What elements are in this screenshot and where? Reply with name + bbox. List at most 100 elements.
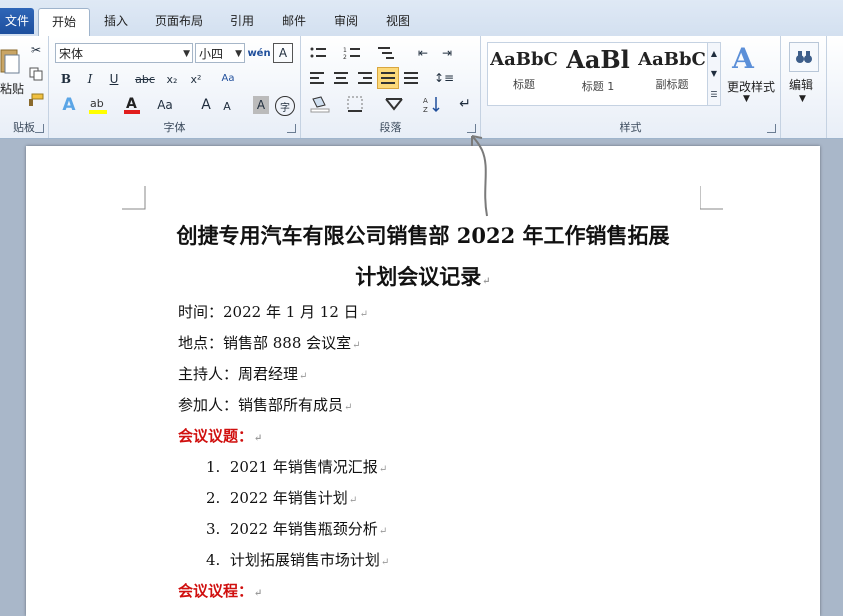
multilevel-list-icon[interactable]	[375, 44, 403, 62]
tab-page-layout[interactable]: 页面布局	[150, 8, 208, 34]
justify-icon[interactable]	[377, 67, 399, 89]
change-styles-icon[interactable]: A	[725, 40, 761, 76]
list-item[interactable]: 3. 2022 年销售瓶颈分析↵	[206, 518, 387, 539]
document-page[interactable]: 创捷专用汽车有限公司销售部 2022 年工作销售拓展 计划会议记录↵ 时间：20…	[26, 146, 820, 616]
chevron-down-icon: ▼	[235, 49, 242, 59]
style-subtitle[interactable]: AaBbC 副标题	[636, 43, 708, 105]
tab-references[interactable]: 引用	[224, 8, 260, 34]
subscript-icon[interactable]: x₂	[163, 70, 181, 88]
styles-launcher-icon[interactable]	[767, 124, 776, 133]
superscript-icon[interactable]: x²	[187, 70, 205, 88]
format-painter-icon[interactable]	[28, 92, 44, 108]
shrink-font-icon[interactable]: A	[219, 98, 235, 114]
font-name-combo[interactable]: 宋体 ▼	[55, 43, 193, 63]
process-heading[interactable]: 会议议程：↵	[178, 580, 262, 601]
align-center-icon[interactable]	[331, 69, 351, 87]
align-left-icon[interactable]	[307, 69, 327, 87]
shading-icon[interactable]	[307, 94, 335, 114]
list-item[interactable]: 1. 2021 年销售情况汇报↵	[206, 456, 387, 477]
chinese-layout-icon[interactable]	[381, 94, 407, 114]
paragraph-mark-icon: ↵	[254, 433, 263, 444]
borders-icon[interactable]	[341, 94, 369, 114]
styles-group: AaBbC 标题 AaBl 标题 1 AaBbC 副标题 ▲ ▼ ☰ A 更改样式 …	[481, 36, 781, 138]
tab-review[interactable]: 审阅	[328, 8, 364, 34]
styles-scroll-icon[interactable]: ▲ ▼ ☰	[707, 42, 721, 106]
char-shading-icon[interactable]: A	[253, 96, 269, 114]
style-sample: AaBbC	[638, 49, 706, 70]
show-marks-icon[interactable]: ↵	[455, 94, 475, 114]
line-spacing-icon[interactable]: ↕≡	[431, 69, 457, 87]
list-item[interactable]: 2. 2022 年销售计划↵	[206, 487, 357, 508]
margin-corner-top-left	[122, 186, 146, 210]
style-title[interactable]: AaBbC 标题	[488, 43, 560, 105]
numbering-icon[interactable]: 12	[341, 44, 369, 62]
bullets-icon[interactable]	[307, 44, 335, 62]
tab-home[interactable]: 开始	[38, 8, 90, 37]
clipboard-launcher-icon[interactable]	[35, 124, 44, 133]
copy-icon[interactable]	[28, 66, 44, 82]
tab-file[interactable]: 文件	[0, 8, 34, 34]
style-heading-1[interactable]: AaBl 标题 1	[562, 43, 634, 105]
align-right-icon[interactable]	[355, 69, 375, 87]
svg-text:1: 1	[343, 47, 347, 54]
tab-mailings[interactable]: 邮件	[276, 8, 312, 34]
phonetic-guide-icon[interactable]: wén	[247, 43, 270, 63]
style-name: 标题 1	[581, 80, 615, 93]
change-case-icon[interactable]: Aa	[153, 96, 177, 114]
enclose-char-icon[interactable]: 字	[275, 96, 295, 116]
clipboard-group: 粘贴 ✂ 贴板	[0, 36, 49, 138]
sort-icon[interactable]: AZ	[421, 94, 443, 114]
font-group: 宋体 ▼ 小四 ▼ wén A B I U abc x₂ x² Aa A ab A …	[49, 36, 301, 138]
cut-icon[interactable]: ✂	[28, 42, 44, 58]
style-sample: AaBl	[566, 45, 630, 74]
style-name: 标题	[513, 78, 535, 91]
text-effect-icon[interactable]: A	[57, 94, 81, 116]
paste-button-label[interactable]: 粘贴	[0, 80, 24, 97]
char-border-icon[interactable]: A	[273, 43, 293, 63]
document-title-line-1[interactable]: 创捷专用汽车有限公司销售部 2022 年工作销售拓展	[26, 220, 820, 250]
meeting-host[interactable]: 主持人：周君经理↵	[178, 363, 307, 384]
style-name: 副标题	[655, 78, 689, 91]
styles-gallery: AaBbC 标题 AaBl 标题 1 AaBbC 副标题	[487, 42, 709, 106]
font-name-value: 宋体	[59, 47, 84, 61]
chevron-down-icon: ▼	[743, 94, 750, 104]
ribbon: 粘贴 ✂ 贴板 宋体 ▼ 小四 ▼ wén A B I U abc x₂ x² Aa…	[0, 36, 843, 139]
meeting-attendees[interactable]: 参加人：销售部所有成员↵	[178, 394, 352, 415]
clear-format-icon[interactable]: Aa	[217, 68, 239, 88]
grow-font-icon[interactable]: A	[197, 96, 215, 114]
change-styles-label[interactable]: 更改样式	[723, 78, 779, 95]
increase-indent-icon[interactable]: ⇥	[437, 44, 457, 62]
meeting-location[interactable]: 地点：销售部 888 会议室↵	[178, 332, 361, 353]
highlight-icon[interactable]: ab	[87, 94, 111, 116]
document-area: 创捷专用汽车有限公司销售部 2022 年工作销售拓展 计划会议记录↵ 时间：20…	[0, 139, 843, 616]
paragraph-mark-icon: ↵	[378, 526, 388, 537]
strikethrough-icon[interactable]: abc	[133, 70, 157, 88]
agenda-heading[interactable]: 会议议题：↵	[178, 425, 262, 446]
font-launcher-icon[interactable]	[287, 124, 296, 133]
italic-icon[interactable]: I	[81, 70, 99, 88]
style-sample: AaBbC	[490, 49, 558, 70]
paste-icon[interactable]	[0, 44, 20, 80]
decrease-indent-icon[interactable]: ⇤	[413, 44, 433, 62]
editing-group: 编辑 ▼	[781, 36, 827, 138]
font-color-icon[interactable]: A	[121, 94, 143, 116]
font-size-value: 小四	[199, 47, 224, 61]
tab-insert[interactable]: 插入	[98, 8, 134, 34]
paragraph-mark-icon: ↵	[352, 340, 361, 351]
margin-corner-top-right	[700, 186, 723, 210]
paragraph-launcher-icon[interactable]	[467, 124, 476, 133]
underline-icon[interactable]: U	[105, 70, 123, 88]
font-size-combo[interactable]: 小四 ▼	[195, 43, 245, 63]
bold-icon[interactable]: B	[57, 70, 75, 88]
chevron-down-icon: ▼	[183, 49, 190, 59]
paragraph-mark-icon: ↵	[378, 464, 388, 475]
binoculars-icon[interactable]	[789, 42, 819, 72]
font-group-label: 字体	[163, 121, 186, 134]
distributed-icon[interactable]	[401, 69, 421, 87]
editing-label[interactable]: 编辑	[789, 76, 813, 93]
list-item[interactable]: 4. 计划拓展销售市场计划↵	[206, 549, 389, 570]
document-title-line-2[interactable]: 计划会议记录↵	[26, 261, 820, 291]
tab-view[interactable]: 视图	[380, 8, 416, 34]
paragraph-group-label: 段落	[379, 121, 402, 134]
meeting-time[interactable]: 时间：2022 年 1 月 12 日↵	[178, 301, 368, 322]
